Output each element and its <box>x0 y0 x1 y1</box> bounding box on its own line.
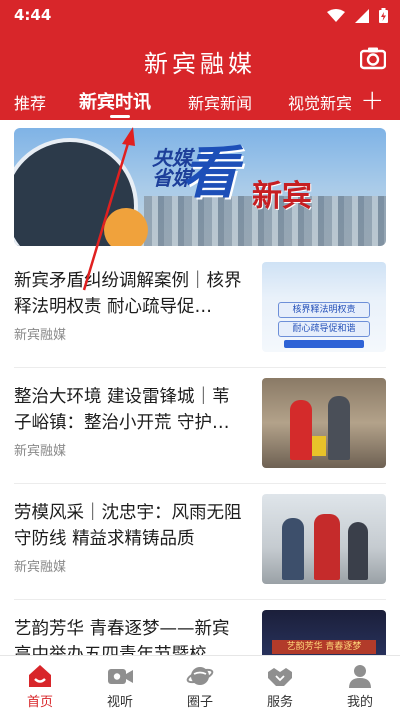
thumb-caption-1: 艺韵芳华 青春逐梦 <box>272 640 376 654</box>
thumb-figure <box>348 522 368 580</box>
status-time: 4:44 <box>14 6 52 24</box>
thumb-figure <box>328 396 350 460</box>
news-title: 新宾矛盾纠纷调解案例｜核界释法明权责 耐心疏导促… <box>14 271 242 317</box>
thumb-figure <box>312 436 326 456</box>
news-item[interactable]: 劳模风采｜沈忠宇：风雨无阻守防线 精益求精铸品质 新宾融媒 <box>0 484 400 600</box>
news-thumbnail <box>262 378 386 468</box>
news-item[interactable]: 整治大环境 建设雷锋城｜苇子峪镇：整治小开荒 守护… 新宾融媒 <box>0 368 400 484</box>
nav-label: 我的 <box>346 695 373 710</box>
tab-xinbin-news[interactable]: 新宾新闻 <box>188 90 252 114</box>
active-tab-indicator <box>110 115 130 118</box>
news-thumbnail: 核界释法明权责 耐心疏导促和谐 <box>262 262 386 352</box>
banner-big-char: 看 <box>182 141 238 206</box>
tab-visual-xinbin[interactable]: 视觉新宾 <box>288 90 352 114</box>
nav-label: 圈子 <box>186 695 213 710</box>
nav-circle[interactable]: 圈子 <box>160 656 240 711</box>
bottom-nav: 首页 视听 圈子 服务 我的 <box>0 655 400 711</box>
news-item[interactable]: 艺韵芳华 青春逐梦——新宾高中举办五四青年节暨校… 艺韵芳华 青春逐梦 <box>0 600 400 655</box>
news-thumbnail <box>262 494 386 584</box>
camera-icon[interactable] <box>360 45 386 71</box>
person-icon <box>349 665 371 688</box>
thumb-caption-2: 耐心疏导促和谐 <box>278 321 370 337</box>
news-item[interactable]: 新宾矛盾纠纷调解案例｜核界释法明权责 耐心疏导促… 新宾融媒 核界释法明权责 耐… <box>0 252 400 368</box>
signal-icon <box>355 8 369 23</box>
news-title: 整治大环境 建设雷锋城｜苇子峪镇：整治小开荒 守护… <box>14 387 230 433</box>
thumb-caption-1: 核界释法明权责 <box>278 302 370 318</box>
app-header: 新宾融媒 推荐 新宾时讯 新宾新闻 视觉新宾 + <box>0 30 400 120</box>
planet-icon <box>186 667 214 685</box>
nav-label: 服务 <box>266 695 293 710</box>
home-icon <box>29 665 51 687</box>
news-thumbnail: 艺韵芳华 青春逐梦 <box>262 610 386 655</box>
video-icon <box>108 669 133 684</box>
thumb-figure <box>290 400 312 460</box>
banner-place: 新宾 <box>252 179 312 214</box>
news-source: 新宾融媒 <box>14 444 67 459</box>
tab-recommend[interactable]: 推荐 <box>14 90 46 114</box>
thumb-figure <box>282 518 304 580</box>
nav-label: 视听 <box>106 695 133 710</box>
news-title: 艺韵芳华 青春逐梦——新宾高中举办五四青年节暨校… <box>14 619 230 655</box>
news-title: 劳模风采｜沈忠宇：风雨无阻守防线 精益求精铸品质 <box>14 503 242 549</box>
nav-mine[interactable]: 我的 <box>320 656 400 711</box>
battery-icon <box>379 8 388 23</box>
news-source: 新宾融媒 <box>14 328 67 343</box>
nav-service[interactable]: 服务 <box>240 656 320 711</box>
banner-orange-dot <box>104 208 148 246</box>
tab-xinbin-shixun[interactable]: 新宾时讯 <box>79 88 151 114</box>
add-channel-button[interactable]: + <box>361 86 384 114</box>
nav-home[interactable]: 首页 <box>0 656 80 711</box>
handshake-icon <box>268 668 292 686</box>
featured-banner[interactable]: 央媒 省媒 看 新宾 <box>14 128 386 246</box>
channel-tabs: 推荐 新宾时讯 新宾新闻 视觉新宾 <box>0 88 360 120</box>
nav-video[interactable]: 视听 <box>80 656 160 711</box>
thumb-figure <box>314 514 340 580</box>
app-title: 新宾融媒 <box>144 50 256 78</box>
thumb-bar <box>284 340 364 348</box>
wifi-icon <box>327 8 345 22</box>
status-bar: 4:44 <box>0 0 400 30</box>
news-source: 新宾融媒 <box>14 560 67 575</box>
nav-label: 首页 <box>26 695 53 710</box>
status-icons <box>327 8 388 23</box>
